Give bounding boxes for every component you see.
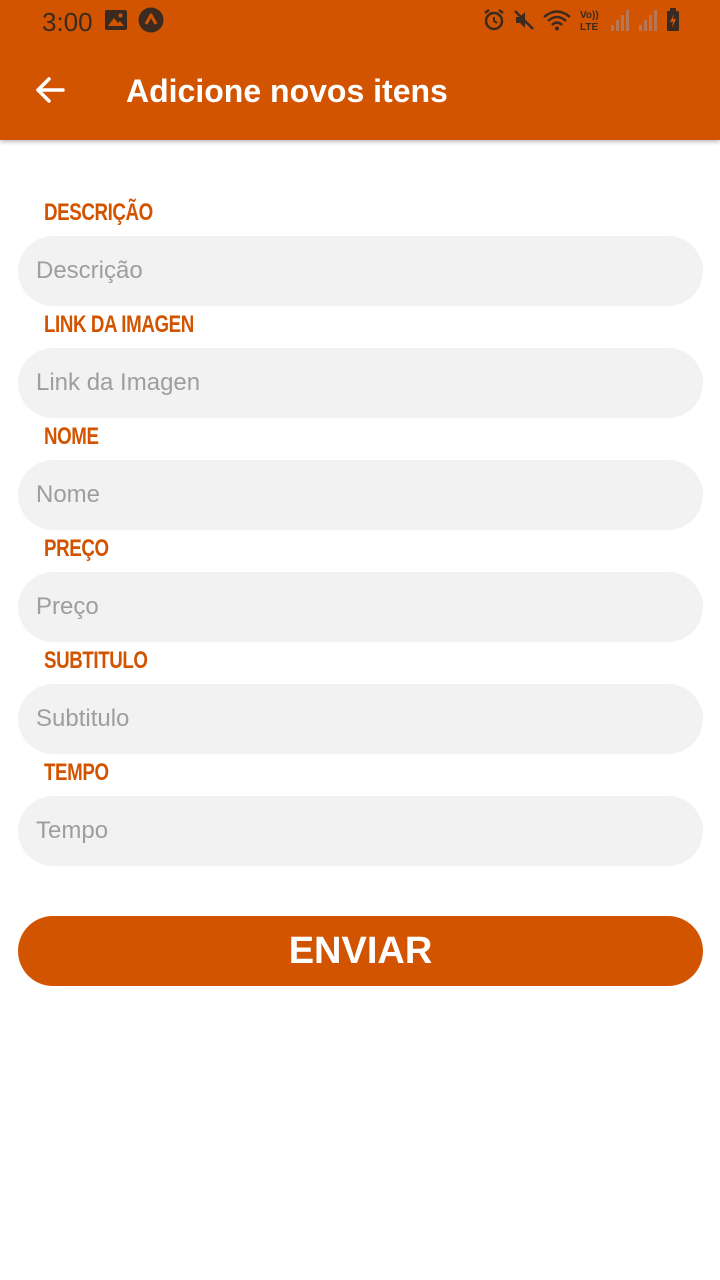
page-title: Adicione novos itens xyxy=(126,73,448,109)
app-notification-icon xyxy=(138,7,164,38)
signal-icon xyxy=(610,8,632,37)
price-label: Preço xyxy=(44,535,109,562)
image-link-label: Link da Imagen xyxy=(44,311,194,338)
name-input[interactable] xyxy=(18,460,703,530)
name-label: Nome xyxy=(44,423,99,450)
mute-icon xyxy=(512,8,536,37)
time-label: Tempo xyxy=(44,759,109,786)
volte-icon: Vo)) LTE xyxy=(578,7,604,38)
battery-icon xyxy=(666,7,680,37)
subtitle-input[interactable] xyxy=(18,684,703,754)
price-input[interactable] xyxy=(18,572,703,642)
image-link-input[interactable] xyxy=(18,348,703,418)
signal-icon xyxy=(638,8,660,37)
status-bar: 3:00 Vo)) LTE xyxy=(0,0,720,44)
status-right-icons: Vo)) LTE xyxy=(476,7,680,38)
description-label: Descrição xyxy=(44,199,153,226)
time-input[interactable] xyxy=(18,796,703,866)
wifi-icon xyxy=(542,8,572,37)
subtitle-label: Subtitulo xyxy=(44,647,148,674)
back-button[interactable] xyxy=(28,70,72,114)
description-input[interactable] xyxy=(18,236,703,306)
image-icon xyxy=(104,9,128,36)
add-item-form: Descrição Link da Imagen Nome Preço Subt… xyxy=(18,190,703,866)
submit-button[interactable]: ENVIAR xyxy=(18,916,703,986)
status-time: 3:00 xyxy=(42,7,93,37)
status-left-icons xyxy=(104,7,174,38)
alarm-icon xyxy=(482,8,506,37)
svg-text:Vo)): Vo)) xyxy=(580,10,599,21)
svg-text:LTE: LTE xyxy=(580,22,598,33)
arrow-left-icon xyxy=(34,74,66,111)
app-bar: 3:00 Vo)) LTE Adicione novos itens xyxy=(0,0,720,140)
